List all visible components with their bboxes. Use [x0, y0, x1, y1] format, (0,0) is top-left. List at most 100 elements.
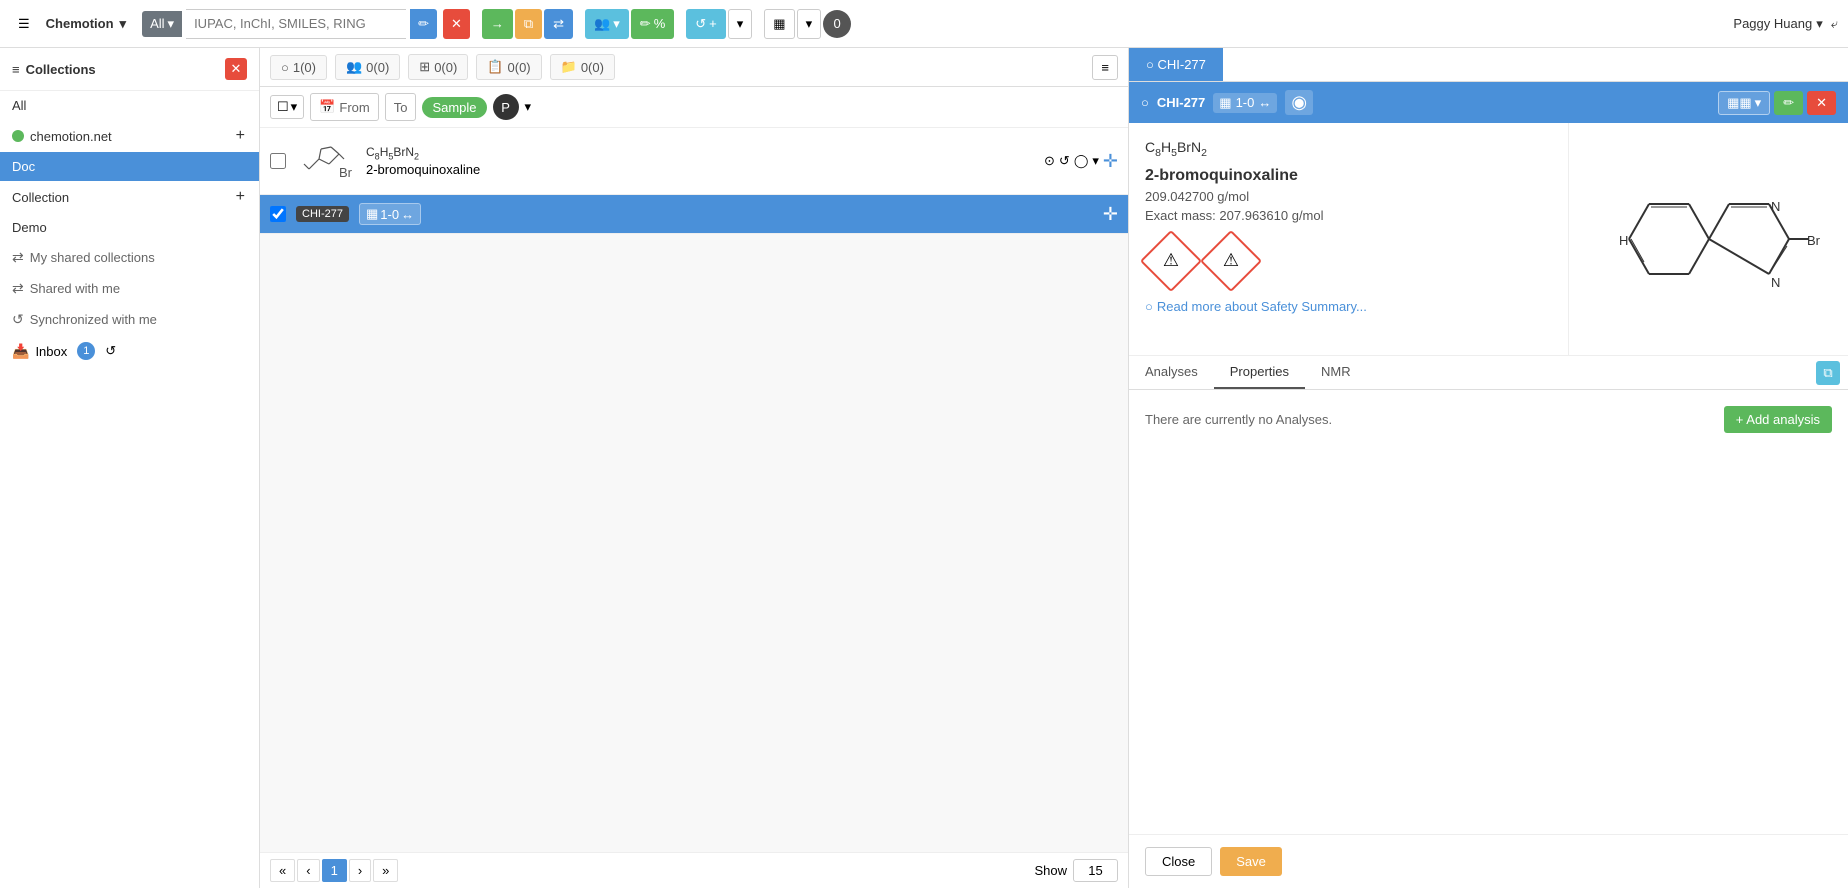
detail-header-actions: ▦▦ ▾ ✏ ✕: [1718, 91, 1836, 115]
detail-close-button[interactable]: ✕: [1807, 91, 1836, 115]
page-next-button[interactable]: ›: [349, 859, 371, 882]
detail-edit-button[interactable]: ✏: [1774, 91, 1803, 115]
main-layout: ≡ Collections ✕ All chemotion.net + Doc …: [0, 48, 1848, 888]
sidebar-item-demo[interactable]: Demo: [0, 213, 259, 242]
wellplates-icon: ⊞: [419, 59, 430, 75]
detail-tab-id: CHI-277: [1157, 57, 1205, 72]
close-button[interactable]: Close: [1145, 847, 1212, 876]
nmr-tab[interactable]: NMR: [1305, 356, 1367, 389]
count-badge-button[interactable]: 0: [823, 10, 851, 38]
search-clear-button[interactable]: ✕: [443, 9, 470, 39]
properties-tab[interactable]: Properties: [1214, 356, 1305, 389]
list-options-button[interactable]: ▾: [525, 98, 532, 116]
detail-barcode-display-button[interactable]: ▦▦ ▾: [1718, 91, 1770, 115]
search-pencil-icon: ✏: [418, 16, 429, 31]
chemotion-add-button[interactable]: +: [234, 127, 247, 145]
add-analysis-label: + Add analysis: [1736, 412, 1820, 427]
page-1-button[interactable]: 1: [322, 859, 347, 882]
item-checkbox[interactable]: [270, 206, 286, 222]
select-all-checkbox[interactable]: ☐ ▾: [270, 95, 304, 119]
sample-toggle-button[interactable]: Sample: [422, 97, 486, 118]
users-button[interactable]: 👥 ▾: [585, 9, 629, 39]
share-icon: ⇄: [553, 16, 564, 32]
badge-count: 1-0: [380, 207, 399, 222]
filter-tab-samples[interactable]: ○ 1(0): [270, 55, 327, 80]
list-items: Br C8H5BrN2 2-bromoquinoxaline ⊙ ↺ ◯ ▾: [260, 128, 1128, 852]
sidebar-item-doc[interactable]: Doc: [0, 152, 259, 181]
detail-header: ○ CHI-277 ▦ 1-0 ↔ ◉ ▦▦ ▾ ✏ ✕: [1129, 82, 1848, 123]
collection-add-button[interactable]: +: [234, 188, 247, 206]
close-label: Close: [1162, 854, 1195, 869]
chemotion-dot: [12, 130, 24, 142]
metadata-button[interactable]: ✏ %: [631, 9, 674, 39]
toolbar-group-4: ▦ ▾ 0: [764, 9, 851, 39]
filter-tab-research[interactable]: 📁 0(0): [550, 54, 615, 80]
sidebar-item-all[interactable]: All: [0, 91, 259, 120]
svg-text:N: N: [1771, 199, 1780, 214]
detail-tab-chi277[interactable]: ○ CHI-277: [1129, 48, 1223, 81]
molecule-formula-big: C8H5BrN2: [1145, 139, 1552, 159]
sample-actions: ⊙ ↺ ◯ ▾ ✛: [1044, 151, 1118, 172]
filter-tab-screens[interactable]: 📋 0(0): [476, 54, 541, 80]
collections-action-button[interactable]: ✕: [225, 58, 247, 80]
sidebar-item-chemotion[interactable]: chemotion.net +: [0, 120, 259, 152]
save-button[interactable]: Save: [1220, 847, 1282, 876]
header-arrows-icon: ↔: [1258, 95, 1271, 110]
move-button[interactable]: →: [482, 9, 513, 39]
item-checkbox[interactable]: [270, 153, 286, 169]
pagination-buttons: « ‹ 1 › »: [270, 859, 398, 882]
date-from-picker[interactable]: 📅 From: [310, 93, 379, 121]
list-item[interactable]: CHI-277 ▦ 1-0 ↔ ✛: [260, 195, 1128, 234]
detail-full: C8H5BrN2 2-bromoquinoxaline 209.042700 g…: [1129, 123, 1848, 888]
logout-button[interactable]: ⤶: [1831, 15, 1838, 33]
toolbar-group-3: ↺ + ▾: [686, 9, 752, 39]
detail-edit-icon: ✏: [1783, 95, 1794, 111]
add-analysis-button[interactable]: + Add analysis: [1724, 406, 1832, 433]
sample-label: Sample: [432, 100, 476, 115]
search-submit-button[interactable]: ✏: [410, 9, 437, 39]
profile-button[interactable]: P: [493, 94, 519, 120]
sample-move-button[interactable]: ✛: [1103, 151, 1118, 172]
date-to-picker[interactable]: To: [385, 93, 417, 121]
safety-summary-link[interactable]: ○ Read more about Safety Summary...: [1145, 299, 1552, 314]
add-dropdown-button[interactable]: ▾: [728, 9, 753, 39]
filter-tab-reactions[interactable]: 👥 0(0): [335, 54, 400, 80]
search-all-button[interactable]: All ▾: [142, 11, 182, 37]
barcode-button[interactable]: ▦: [764, 9, 794, 39]
sidebar-item-collection[interactable]: Collection +: [0, 181, 259, 213]
add-button[interactable]: ↺ +: [686, 9, 726, 39]
hamburger-icon: ☰: [18, 16, 30, 32]
page-last-button[interactable]: »: [373, 859, 398, 882]
sidebar-section-shared-with-me[interactable]: ⇄ Shared with me: [0, 273, 259, 304]
sidebar-section-synchronized[interactable]: ↺ Synchronized with me: [0, 304, 259, 335]
search-input[interactable]: [186, 9, 406, 39]
sync-icon: ↺: [695, 16, 706, 32]
filter-sort-button[interactable]: ≡: [1092, 55, 1118, 80]
sidebar-section-my-shared[interactable]: ⇄ My shared collections: [0, 242, 259, 273]
share-button[interactable]: ⇄: [544, 9, 573, 39]
tab-copy-button[interactable]: ⧉: [1816, 361, 1840, 385]
hamburger-menu-button[interactable]: ☰: [10, 9, 38, 39]
percent-icon: %: [654, 16, 666, 31]
analyses-tab[interactable]: Analyses: [1129, 356, 1214, 389]
sidebar-inbox[interactable]: 📥 Inbox 1 ↺: [0, 335, 259, 367]
header-badge-count: 1-0: [1236, 95, 1255, 110]
filter-tab-wellplates[interactable]: ⊞ 0(0): [408, 54, 468, 80]
selected-item-move-button[interactable]: ✛: [1103, 204, 1118, 225]
list-item[interactable]: Br C8H5BrN2 2-bromoquinoxaline ⊙ ↺ ◯ ▾: [260, 128, 1128, 195]
exact-mass: Exact mass: 207.963610 g/mol: [1145, 208, 1552, 223]
profile-icon: P: [501, 100, 510, 115]
detail-body: C8H5BrN2 2-bromoquinoxaline 209.042700 g…: [1129, 123, 1848, 355]
page-prev-button[interactable]: ‹: [297, 859, 319, 882]
research-icon: 📁: [561, 59, 577, 75]
barcode-caret-button[interactable]: ▾: [797, 9, 822, 39]
svg-text:Br: Br: [339, 165, 353, 180]
sort-icon: ≡: [1101, 60, 1109, 75]
detail-footer: Close Save: [1129, 834, 1848, 888]
copy-button[interactable]: ⧉: [515, 9, 542, 39]
sample-action-icon-2: ↺: [1059, 153, 1070, 169]
user-menu-button[interactable]: Paggy Huang ▾: [1733, 16, 1822, 32]
per-page-input[interactable]: [1073, 859, 1118, 882]
my-shared-icon: ⇄: [12, 249, 24, 266]
page-first-button[interactable]: «: [270, 859, 295, 882]
